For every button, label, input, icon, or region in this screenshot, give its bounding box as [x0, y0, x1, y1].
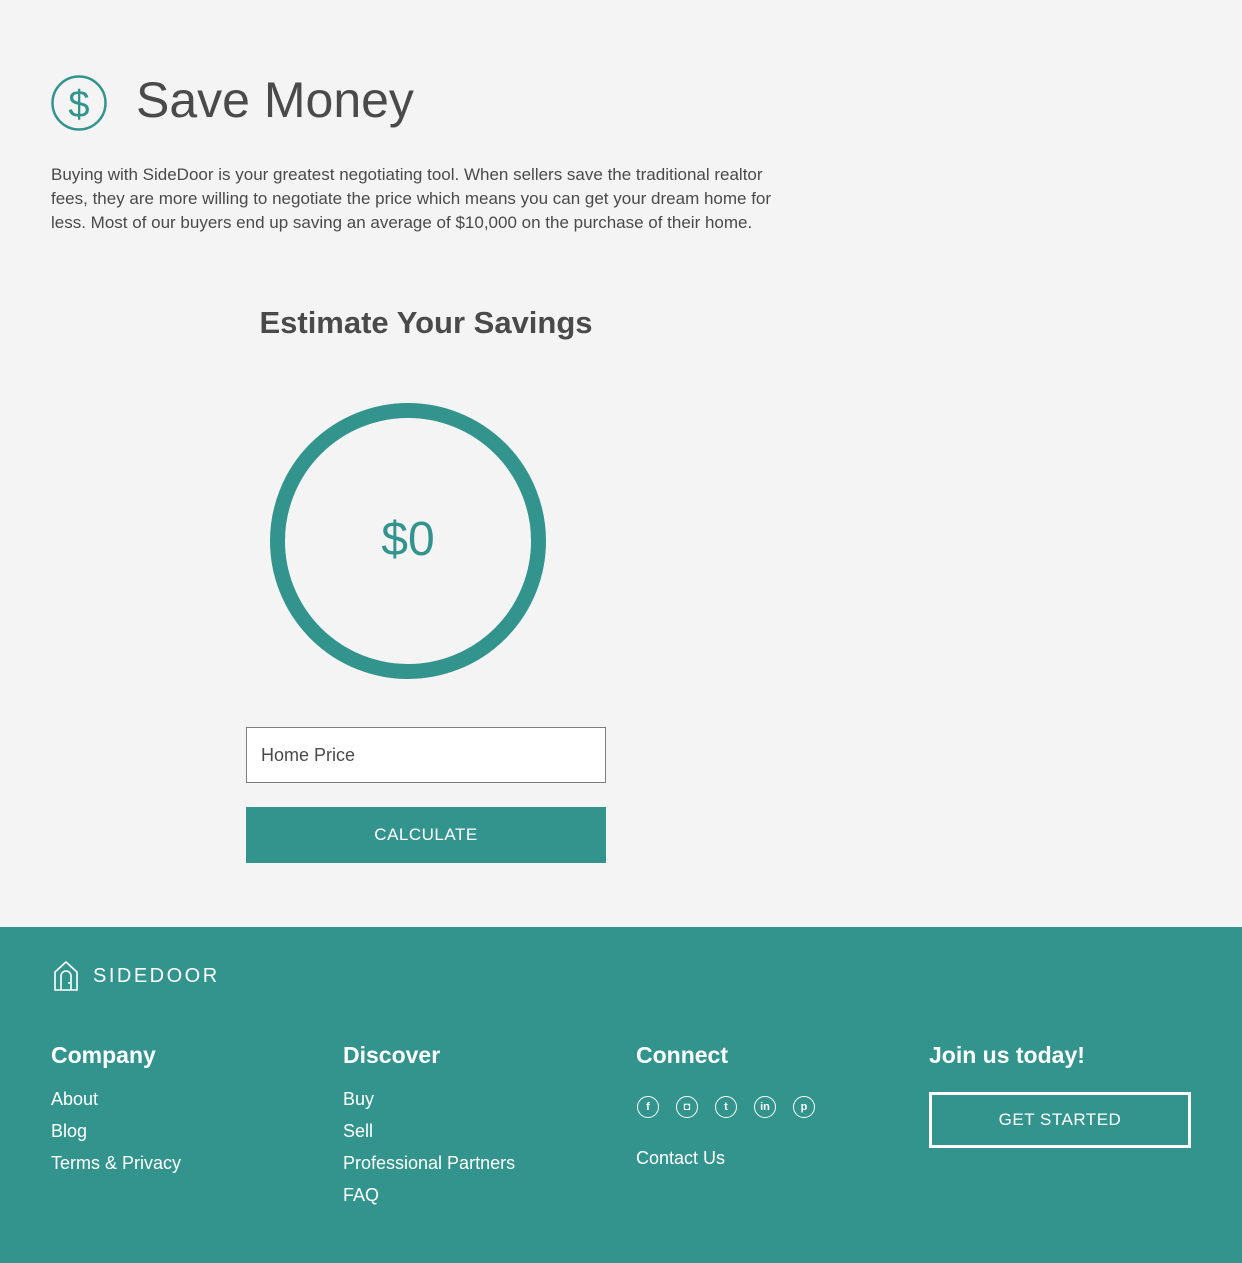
company-column: Company About Blog Terms & Privacy [51, 1040, 181, 1179]
footer-link-about[interactable]: About [51, 1083, 181, 1115]
footer-link-faq[interactable]: FAQ [343, 1179, 515, 1211]
footer: SIDEDOOR Company About Blog Terms & Priv… [0, 927, 1242, 1263]
discover-heading: Discover [343, 1042, 441, 1068]
calculate-button[interactable]: CALCULATE [246, 807, 606, 863]
company-heading: Company [51, 1042, 156, 1068]
connect-column: Connect f ◘ t in p Contact Us [636, 1040, 831, 1174]
contact-us-link[interactable]: Contact Us [636, 1142, 831, 1174]
main-content: $ Save Money Buying with SideDoor is you… [0, 0, 1242, 927]
footer-link-buy[interactable]: Buy [343, 1083, 515, 1115]
calculator-title: Estimate Your Savings [259, 305, 593, 340]
pinterest-icon[interactable]: p [793, 1096, 815, 1118]
house-logo-icon [54, 960, 78, 991]
join-heading: Join us today! [929, 1042, 1085, 1068]
get-started-button[interactable]: GET STARTED [929, 1092, 1191, 1148]
footer-link-blog[interactable]: Blog [51, 1115, 181, 1147]
logo-text: SIDEDOOR [93, 964, 220, 987]
intro-paragraph: Buying with SideDoor is your greatest ne… [51, 165, 772, 232]
facebook-icon[interactable]: f [637, 1096, 659, 1118]
twitter-icon[interactable]: t [715, 1096, 737, 1118]
svg-text:$: $ [68, 84, 89, 126]
dollar-circle-icon: $ [51, 75, 107, 131]
join-column: Join us today! GET STARTED [929, 1040, 1191, 1148]
linkedin-icon[interactable]: in [754, 1096, 776, 1118]
footer-link-partners[interactable]: Professional Partners [343, 1147, 515, 1179]
connect-heading: Connect [636, 1042, 728, 1068]
instagram-icon[interactable]: ◘ [676, 1096, 698, 1118]
savings-value: $0 [381, 513, 435, 566]
sidedoor-logo[interactable]: SIDEDOOR [53, 960, 220, 992]
footer-link-sell[interactable]: Sell [343, 1115, 515, 1147]
discover-column: Discover Buy Sell Professional Partners … [343, 1040, 515, 1211]
footer-link-terms[interactable]: Terms & Privacy [51, 1147, 181, 1179]
home-price-input[interactable] [246, 727, 606, 783]
social-links: f ◘ t in p [636, 1096, 831, 1118]
page-title: Save Money [136, 72, 414, 128]
